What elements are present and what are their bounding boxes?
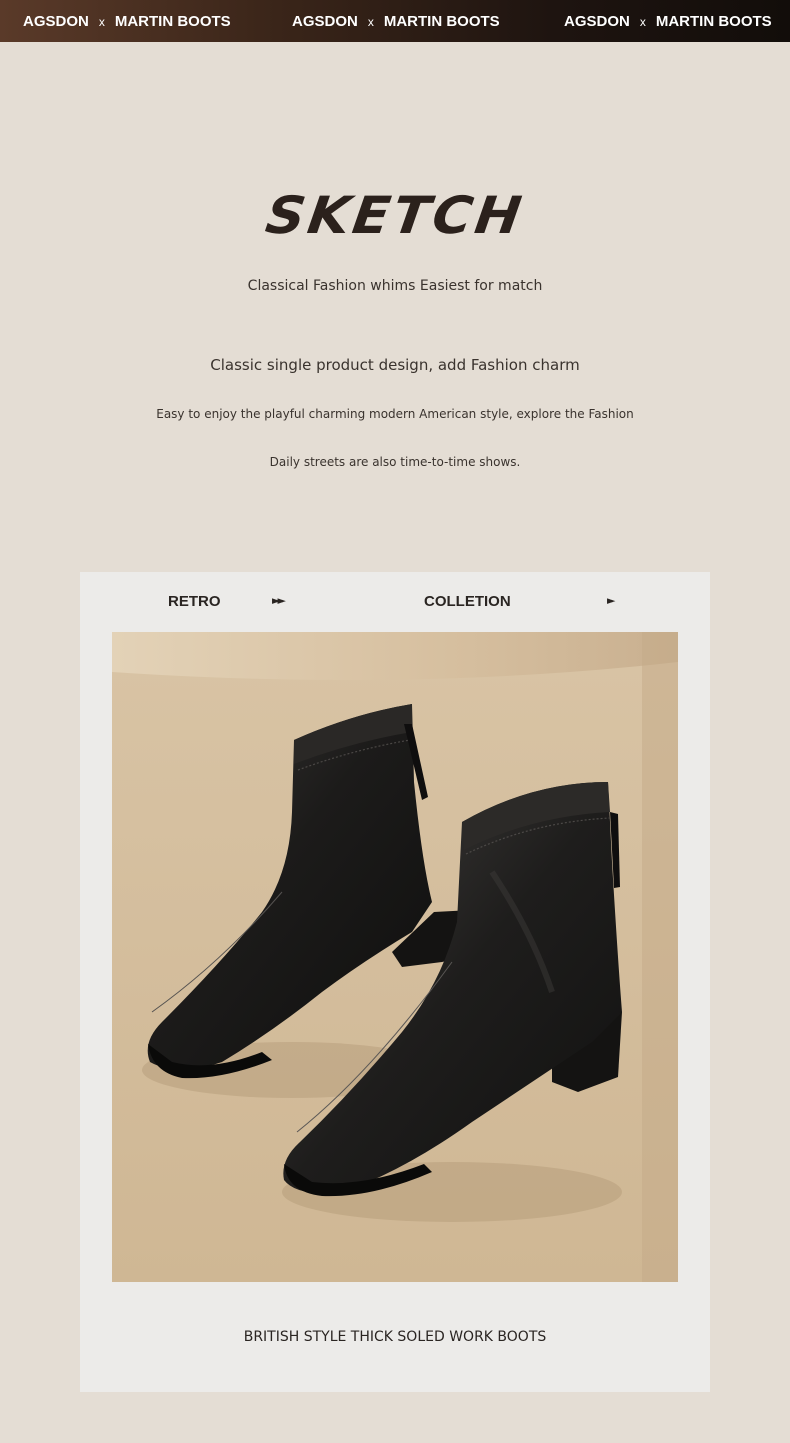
description-line-2: Daily streets are also time-to-time show… (269, 455, 521, 469)
product-caption: BRITISH STYLE THICK SOLED WORK BOOTS (243, 1329, 547, 1345)
tagline: Classical Fashion whims Easiest for matc… (247, 278, 543, 294)
banner-separator: x (639, 15, 646, 29)
product-photo (112, 632, 678, 1282)
banner-group-3: AGSDON x MARTIN BOOTS (564, 13, 772, 30)
banner-product: MARTIN BOOTS (655, 13, 772, 30)
product-card: RETRO ►► COLLETION ► BRITISH STYLE THICK… (80, 572, 710, 1392)
banner-brand: AGSDON (23, 13, 89, 30)
banner-brand: AGSDON (564, 13, 630, 30)
banner-product: MARTIN BOOTS (114, 13, 231, 30)
subtitle: Classic single product design, add Fashi… (210, 356, 580, 374)
label-retro: RETRO (168, 593, 221, 610)
double-arrow-icon: ►► (272, 594, 286, 607)
brand-banner: AGSDON x MARTIN BOOTS AGSDON x MARTIN BOOTS … (0, 0, 790, 42)
page-title: SKETCH (262, 185, 528, 246)
label-collection: COLLETION (424, 593, 511, 610)
banner-group-1: AGSDON x MARTIN BOOTS (23, 13, 231, 30)
arrow-icon: ► (607, 594, 616, 607)
banner-group-2: AGSDON x MARTIN BOOTS (292, 13, 500, 30)
banner-product: MARTIN BOOTS (383, 13, 500, 30)
description-line-1: Easy to enjoy the playful charming moder… (156, 407, 634, 421)
boots-illustration (112, 632, 678, 1282)
banner-separator: x (367, 15, 374, 29)
banner-separator: x (98, 15, 105, 29)
banner-brand: AGSDON (292, 13, 358, 30)
